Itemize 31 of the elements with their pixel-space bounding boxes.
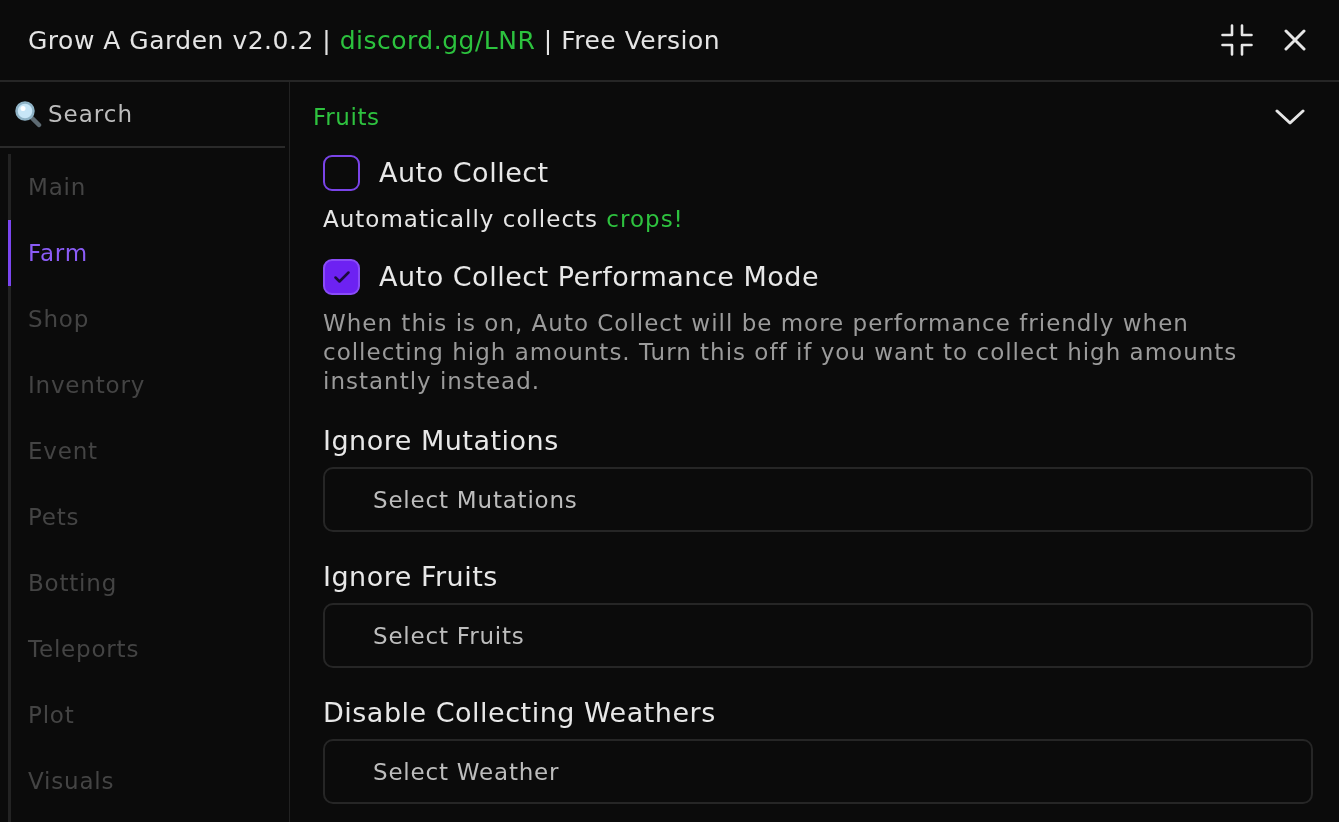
field-label: Ignore Fruits [323, 561, 499, 593]
sidebar-item[interactable]: Botting [8, 550, 289, 616]
dropdown-field[interactable]: Select Weather [323, 739, 1313, 804]
search-field[interactable]: Search [48, 96, 285, 132]
sidebar-item[interactable]: Plot [8, 682, 289, 748]
sidebar-item[interactable]: Visuals [8, 748, 289, 814]
dropdown-field[interactable]: Select Mutations [323, 467, 1313, 532]
option-description: Automatically collects crops! [323, 205, 685, 234]
discord-link[interactable]: discord.gg/LNR [339, 25, 536, 55]
sidebar-item[interactable]: Event [8, 418, 289, 484]
search-icon [14, 100, 42, 128]
close-icon[interactable] [1284, 29, 1306, 51]
dropdown-field[interactable]: Select Fruits [323, 603, 1313, 668]
sidebar-item[interactable]: Farm [8, 220, 289, 286]
option-description: When this is on, Auto Collect will be more performance friendly when collecting high amounts. Turn this off if you want to collect high amounts instantly instead. [323, 309, 1239, 396]
check-icon [333, 271, 350, 283]
section-title: Fruits [313, 104, 380, 130]
option-label: Auto Collect Performance Mode [379, 261, 819, 293]
sidebar-item[interactable]: Inventory [8, 352, 289, 418]
field-label: Disable Collecting Weathers [323, 697, 717, 729]
shrink-icon[interactable] [1221, 24, 1253, 56]
field-label: Ignore Mutations [323, 425, 560, 457]
sidebar-item[interactable]: Pets [8, 484, 289, 550]
checkbox[interactable] [323, 155, 360, 191]
window-title: Grow A Garden v2.0.2 | discord.gg/LNR | Free Version [28, 25, 722, 55]
option-label: Auto Collect [379, 157, 549, 189]
checkbox[interactable] [323, 259, 360, 295]
sidebar-item[interactable]: Teleports [8, 616, 289, 682]
sidebar-item[interactable]: Main [8, 154, 289, 220]
chevron-down-icon[interactable] [1275, 109, 1305, 125]
sidebar-item[interactable]: Shop [8, 286, 289, 352]
